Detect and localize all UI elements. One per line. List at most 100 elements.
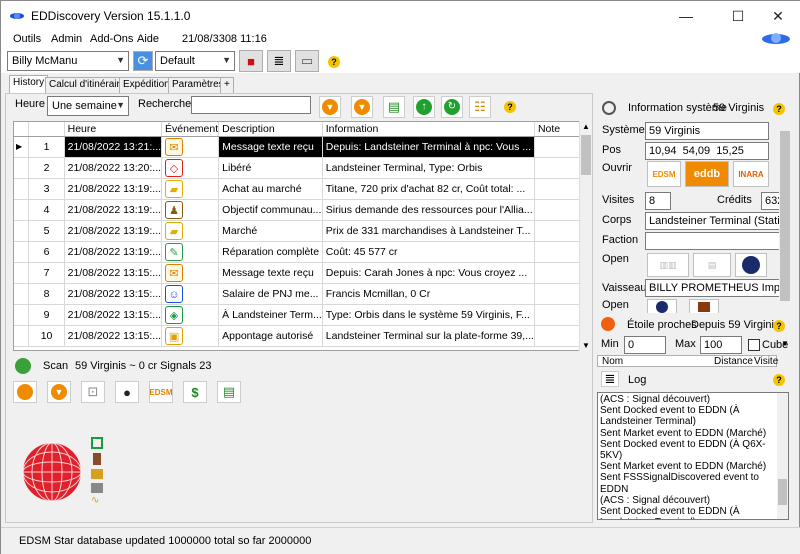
help-icon[interactable]: ?	[328, 56, 340, 68]
minimize-button[interactable]: —	[663, 1, 709, 31]
menu-admin[interactable]: Admin	[51, 33, 82, 45]
max-distance-input[interactable]	[700, 336, 742, 354]
open2-label: Open	[602, 253, 629, 265]
settings-grid-button[interactable]: ☷	[469, 96, 491, 118]
close-button[interactable]: ✕	[755, 1, 800, 31]
scroll-down-icon[interactable]: ▼	[582, 341, 590, 350]
table-row[interactable]: 5 21/08/2022 13:19:... ▰ Marché Prix de 331 …	[14, 220, 590, 242]
edshipyard-button[interactable]	[689, 299, 719, 313]
log-textbox[interactable]: (ACS : Signal découvert) Sent Docked even…	[597, 392, 789, 520]
tab-history[interactable]: History	[9, 75, 49, 93]
period-select[interactable]: Une semaine ▼	[47, 96, 129, 116]
row-time: 21/08/2022 13:19:...	[64, 220, 163, 242]
col-number[interactable]	[28, 122, 65, 137]
refresh-history-button[interactable]: ↻	[441, 96, 463, 118]
help-icon[interactable]: ?	[504, 101, 516, 113]
system-info-scrollbar[interactable]: ▼	[779, 121, 791, 349]
star-icon	[17, 384, 33, 400]
coriolis-button[interactable]	[647, 299, 677, 313]
pos-field[interactable]	[645, 142, 769, 160]
filter-event-button[interactable]: ▼	[319, 96, 341, 118]
ship-field[interactable]	[645, 279, 789, 297]
tab-add[interactable]: +	[220, 77, 234, 93]
star-filter-button[interactable]	[13, 381, 37, 403]
col-name[interactable]: Nom	[602, 356, 623, 367]
row-description: Appontage autorisé	[218, 325, 323, 347]
body-field[interactable]	[645, 212, 789, 230]
row-selector[interactable]	[14, 178, 30, 200]
scroll-up-icon[interactable]: ▲	[582, 122, 590, 131]
col-visited[interactable]: Visite	[754, 356, 778, 367]
asteroid-icon	[91, 469, 103, 479]
table-row[interactable]: 8 21/08/2022 13:15:... ☺ Salaire de PNJ me.…	[14, 283, 590, 305]
row-selector[interactable]	[14, 262, 30, 284]
table-row[interactable]: 7 21/08/2022 13:15:... ✉ Message texte reçu…	[14, 262, 590, 284]
menu-addons[interactable]: Add-Ons	[90, 33, 133, 45]
history-scrollbar[interactable]: ▲ ▼	[579, 121, 591, 351]
popout-button[interactable]: ▭	[295, 50, 319, 72]
value-button[interactable]: $	[183, 381, 207, 403]
row-selector[interactable]	[14, 220, 30, 242]
max-label: Max	[675, 338, 696, 350]
jump-top-button[interactable]: ↑	[413, 96, 435, 118]
inara-open-button[interactable]: INARA	[733, 161, 769, 187]
col-time[interactable]: Heure	[64, 122, 163, 137]
refresh-button[interactable]: ⟳	[133, 51, 153, 71]
size-button[interactable]: ⊡	[81, 381, 105, 403]
col-information[interactable]: Information	[322, 122, 535, 137]
row-selector[interactable]	[14, 157, 30, 179]
col-event[interactable]: Événement	[161, 122, 220, 137]
menu-outils[interactable]: Outils	[13, 33, 41, 45]
table-row[interactable]: 6 21/08/2022 13:19:... ✎ Réparation complèt…	[14, 241, 590, 263]
help-icon[interactable]: ?	[773, 320, 785, 332]
row-selector[interactable]	[14, 304, 30, 326]
table-row[interactable]: 4 21/08/2022 13:19:... ♟ Objectif communau.…	[14, 199, 590, 221]
cube-label: Cube	[762, 339, 789, 351]
tab-route[interactable]: Calcul d'itinéraire	[45, 77, 130, 93]
menu-aide[interactable]: Aide	[137, 33, 159, 45]
col-distance[interactable]: Distance	[714, 356, 753, 367]
table-row[interactable]: 2 21/08/2022 13:20:... ◇ Libéré Landsteiner …	[14, 157, 590, 179]
commander-select[interactable]: Billy McManu ▼	[7, 51, 129, 71]
log-scrollbar[interactable]	[777, 393, 788, 519]
cube-checkbox[interactable]	[748, 339, 760, 351]
display-button[interactable]: ●	[115, 381, 139, 403]
filter-field-button[interactable]: ▼	[351, 96, 373, 118]
table-row[interactable]: 10 21/08/2022 13:15:... ▣ Appontage autoris…	[14, 325, 590, 347]
faction-logo-button[interactable]	[735, 253, 767, 277]
scroll-thumb[interactable]	[778, 479, 787, 505]
row-selector[interactable]	[14, 283, 30, 305]
tab-expedition[interactable]: Expédition	[119, 77, 174, 93]
scroll-thumb[interactable]	[581, 135, 591, 175]
body-filter-button[interactable]: ▼	[47, 381, 71, 403]
col-description[interactable]: Description	[218, 122, 323, 137]
table-row[interactable]: ▶ 1 21/08/2022 13:21:... ✉ Message texte reç…	[14, 136, 590, 158]
addons-button[interactable]: ■	[239, 50, 263, 72]
row-selector[interactable]	[14, 241, 30, 263]
help-icon[interactable]: ?	[773, 374, 785, 386]
export-scan-button[interactable]: ▤	[217, 381, 241, 403]
profile-select[interactable]: Default ▼	[155, 51, 235, 71]
visits-field[interactable]	[645, 192, 671, 210]
signal-icon	[93, 453, 101, 465]
eddb-open-button[interactable]: eddb	[685, 161, 729, 187]
table-row[interactable]: 3 21/08/2022 13:19:... ▰ Achat au marché Tit…	[14, 178, 590, 200]
row-event-cell: ▣	[161, 325, 220, 347]
edsm-open-button[interactable]: EDSM	[647, 161, 681, 187]
edsm-button[interactable]: EDSM	[149, 381, 173, 403]
row-selector[interactable]	[14, 199, 30, 221]
export-button[interactable]: ▤	[383, 96, 405, 118]
faction-field[interactable]	[645, 232, 789, 250]
table-row[interactable]: 9 21/08/2022 13:15:... ◈ À Landsteiner Term…	[14, 304, 590, 326]
row-selector[interactable]	[14, 325, 30, 347]
min-distance-input[interactable]	[624, 336, 666, 354]
inara-faction-button[interactable]: ▤	[693, 253, 731, 277]
system-field[interactable]	[645, 122, 769, 140]
row-selector[interactable]: ▶	[14, 136, 30, 158]
search-input[interactable]	[191, 96, 311, 114]
tab-settings[interactable]: Paramètres	[168, 77, 228, 93]
notes-button[interactable]: ≣	[267, 50, 291, 72]
eddb-faction-button[interactable]: ▥▥	[647, 253, 689, 277]
scroll-thumb[interactable]	[780, 131, 790, 301]
help-icon[interactable]: ?	[773, 103, 785, 115]
